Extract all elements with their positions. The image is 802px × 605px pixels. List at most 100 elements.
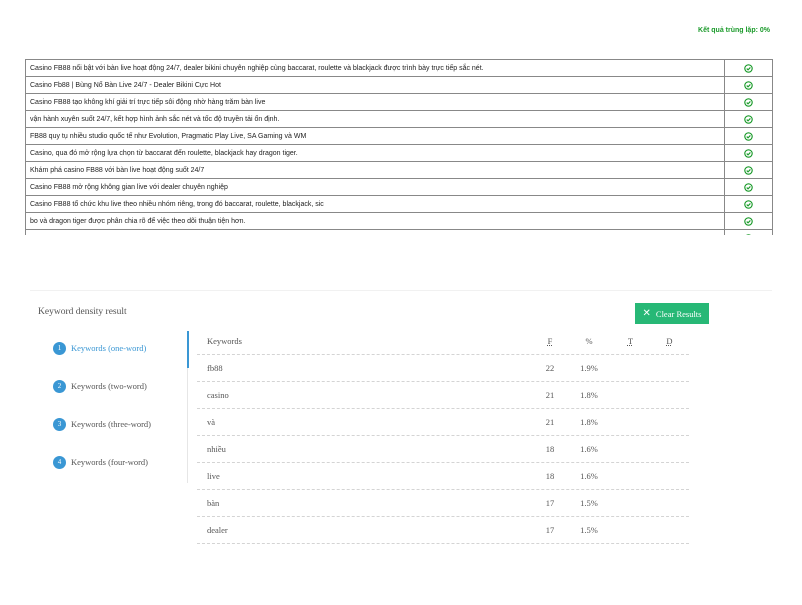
- sentence-status: [724, 229, 772, 235]
- frequency-cell: 18: [545, 471, 555, 481]
- table-row: casino 21 1.8%: [197, 382, 689, 409]
- sentence-text: [26, 229, 725, 235]
- percent-cell: 1.6%: [580, 444, 598, 454]
- check-circle-icon: [744, 216, 753, 226]
- sentence-status: [724, 212, 772, 230]
- frequency-cell: 18: [545, 444, 555, 454]
- sentence-text: Khám phá casino FB88 với bàn live hoạt đ…: [26, 161, 725, 179]
- percent-cell: 1.9%: [580, 363, 598, 373]
- check-circle-icon: [744, 199, 753, 209]
- column-percent: %: [585, 335, 593, 346]
- sentence-text: FB88 quy tụ nhiều studio quốc tế như Evo…: [26, 127, 725, 145]
- check-circle-icon: [744, 97, 753, 107]
- percent-cell: 1.8%: [580, 417, 598, 427]
- table-row: Casino FB88 mở rộng không gian live với …: [26, 178, 772, 196]
- percent-cell: 1.5%: [580, 525, 598, 535]
- tab-label: Keywords (three-word): [71, 419, 152, 429]
- check-circle-icon: [744, 114, 753, 124]
- frequency-cell: 17: [545, 498, 555, 508]
- frequency-cell: 21: [545, 417, 555, 427]
- check-circle-icon: [745, 233, 752, 235]
- check-circle-icon: [744, 148, 753, 158]
- table-row: và 21 1.8%: [197, 409, 689, 436]
- table-row: vận hành xuyên suốt 24/7, kết hợp hình ả…: [26, 110, 772, 128]
- sentence-status: [724, 76, 772, 94]
- frequency-cell: 22: [545, 363, 555, 373]
- sentence-text: Casino FB88 tổ chức khu live theo nhiều …: [26, 195, 725, 213]
- sentence-status: [724, 127, 772, 145]
- check-circle-icon: [744, 182, 753, 192]
- tab-number-badge: 3: [53, 417, 66, 431]
- tab-number-badge: 2: [53, 379, 66, 393]
- tab-number-badge: 4: [53, 455, 66, 469]
- check-circle-icon: [744, 131, 753, 141]
- tab-one-word[interactable]: 1 Keywords (one-word): [53, 340, 189, 356]
- table-row: FB88 quy tụ nhiều studio quốc tế như Evo…: [26, 127, 772, 145]
- tab-number-badge: 1: [53, 341, 66, 355]
- sentence-table-body: Casino FB88 nổi bật với bàn live hoạt độ…: [26, 60, 772, 235]
- sentence-text: Casino FB88 mở rộng không gian live với …: [26, 178, 725, 196]
- keyword-cell: casino: [207, 390, 229, 400]
- sentence-text: Casino FB88 nổi bật với bàn live hoạt độ…: [26, 60, 725, 77]
- sentence-status: [724, 60, 772, 77]
- tab-label: Keywords (four-word): [71, 457, 149, 467]
- close-icon: ✕: [642, 307, 651, 319]
- column-f-sort[interactable]: F: [533, 336, 567, 346]
- table-row: Casino FB88 nổi bật với bàn live hoạt độ…: [26, 60, 772, 77]
- column-d-sort[interactable]: D: [650, 336, 689, 346]
- frequency-cell: 17: [545, 525, 555, 535]
- keyword-table-header: Keywords F % T D: [197, 327, 689, 355]
- keyword-cell: bàn: [207, 498, 220, 508]
- percent-cell: 1.5%: [580, 498, 598, 508]
- table-row: Casino Fb88 | Bùng Nổ Bàn Live 24/7 - De…: [26, 76, 772, 94]
- sentence-status: [724, 110, 772, 128]
- tab-four-word[interactable]: 4 Keywords (four-word): [53, 454, 189, 470]
- sentence-text: Casino Fb88 | Bùng Nổ Bàn Live 24/7 - De…: [26, 76, 725, 94]
- clear-results-label: Clear Results: [655, 308, 702, 319]
- tab-three-word[interactable]: 3 Keywords (three-word): [53, 416, 189, 432]
- keyword-cell: dealer: [207, 525, 228, 535]
- sentence-status: [724, 93, 772, 111]
- keyword-density-title: Keyword density result: [38, 307, 127, 317]
- table-row: live 18 1.6%: [197, 463, 689, 490]
- sentence-status: [724, 144, 772, 162]
- table-row: Casino, qua đó mở rộng lựa chọn từ bacca…: [26, 144, 772, 162]
- keyword-cell: nhiều: [207, 444, 226, 454]
- keyword-cell: fb88: [207, 363, 223, 373]
- table-row: bàn 17 1.5%: [197, 490, 689, 517]
- sentence-text: Casino FB88 tạo không khí giải trí trực …: [26, 93, 725, 111]
- tab-label: Keywords (two-word): [71, 381, 147, 391]
- table-row: Khám phá casino FB88 với bàn live hoạt đ…: [26, 161, 772, 179]
- table-row: fb88 22 1.9%: [197, 355, 689, 382]
- tab-label: Keywords (one-word): [71, 343, 147, 353]
- sentence-status: [724, 178, 772, 196]
- keyword-cell: và: [207, 417, 216, 427]
- table-row: dealer 17 1.5%: [197, 517, 689, 544]
- check-circle-icon: [744, 165, 753, 175]
- frequency-cell: 21: [545, 390, 555, 400]
- table-row: Casino FB88 tổ chức khu live theo nhiều …: [26, 195, 772, 213]
- sentence-status: [724, 195, 772, 213]
- clear-results-button[interactable]: ✕ Clear Results: [635, 303, 709, 324]
- table-row: Casino FB88 tạo không khí giải trí trực …: [26, 93, 772, 111]
- tab-two-word[interactable]: 2 Keywords (two-word): [53, 378, 189, 394]
- check-circle-icon: [744, 80, 753, 90]
- section-divider: [30, 290, 772, 291]
- table-row: bo và dragon tiger được phân chia rõ để …: [26, 212, 772, 230]
- keyword-cell: live: [207, 471, 220, 481]
- table-row: nhiều 18 1.6%: [197, 436, 689, 463]
- sentence-table: Casino FB88 nổi bật với bàn live hoạt độ…: [25, 59, 773, 235]
- table-row: [26, 229, 772, 235]
- check-circle-icon: [744, 63, 753, 73]
- sentence-status: [724, 161, 772, 179]
- percent-cell: 1.6%: [580, 471, 598, 481]
- sentence-text: vận hành xuyên suốt 24/7, kết hợp hình ả…: [26, 110, 725, 128]
- column-t-sort[interactable]: T: [611, 336, 650, 346]
- keyword-tabs: 1 Keywords (one-word) 2 Keywords (two-wo…: [53, 340, 189, 492]
- sentence-text: Casino, qua đó mở rộng lựa chọn từ bacca…: [26, 144, 725, 162]
- percent-cell: 1.8%: [580, 390, 598, 400]
- duplicate-result: Kết quả trùng lặp: 0%: [698, 27, 770, 34]
- column-keywords: Keywords: [207, 335, 242, 346]
- keyword-table: Keywords F % T D fb88 22 1.9% casino 21 1.8% v…: [197, 327, 689, 544]
- sentence-text: bo và dragon tiger được phân chia rõ để …: [26, 212, 725, 230]
